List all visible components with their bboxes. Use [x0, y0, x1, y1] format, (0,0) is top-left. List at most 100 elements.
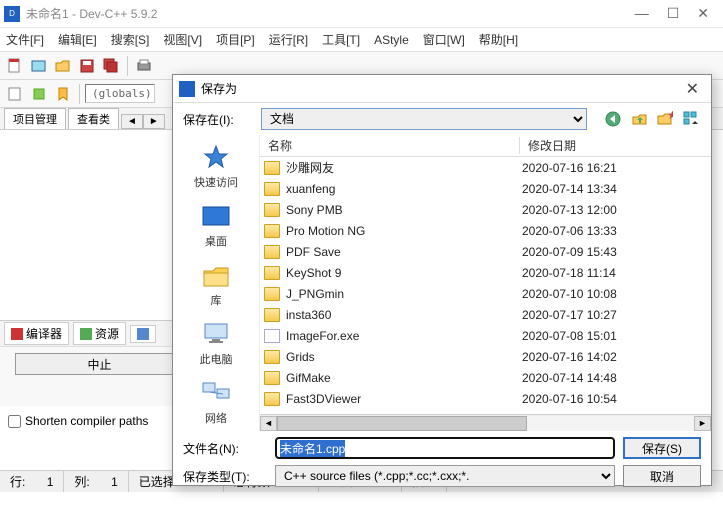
- file-row[interactable]: Fast3DViewer2020-07-16 10:54: [260, 388, 711, 409]
- menu-project[interactable]: 项目[P]: [216, 31, 255, 48]
- output-tabs: 编译器 资源: [0, 320, 199, 346]
- file-row[interactable]: insta3602020-07-17 10:27: [260, 304, 711, 325]
- abort-button[interactable]: 中止: [15, 353, 185, 375]
- menu-help[interactable]: 帮助[H]: [479, 31, 518, 48]
- file-date: 2020-07-08 15:01: [522, 329, 617, 343]
- menu-astyle[interactable]: AStyle: [374, 33, 409, 47]
- project-tree[interactable]: 编译器 资源 中止 Shorten compiler paths: [0, 130, 200, 470]
- menu-view[interactable]: 视图[V]: [163, 31, 202, 48]
- filetype-combo[interactable]: C++ source files (*.cpp;*.cc;*.cxx;*.: [275, 465, 615, 487]
- tab-nav-left[interactable]: ◄: [121, 114, 143, 129]
- menu-file[interactable]: 文件[F]: [6, 31, 44, 48]
- exe-icon: [264, 329, 280, 343]
- place-network[interactable]: 网络: [173, 379, 259, 426]
- file-list[interactable]: 沙雕网友2020-07-16 16:21xuanfeng2020-07-14 1…: [260, 157, 711, 414]
- shorten-label: Shorten compiler paths: [25, 414, 148, 428]
- place-library[interactable]: 库: [173, 261, 259, 308]
- shorten-checkbox[interactable]: [8, 415, 21, 428]
- back-icon[interactable]: [603, 109, 623, 129]
- file-row[interactable]: KeyShot 92020-07-18 11:14: [260, 262, 711, 283]
- file-date: 2020-07-10 10:08: [522, 287, 617, 301]
- folder-icon: [264, 287, 280, 301]
- app-icon: D: [4, 6, 20, 22]
- places-bar: 快速访问 桌面 库 此电脑 网络: [173, 135, 259, 431]
- menubar: 文件[F] 编辑[E] 搜索[S] 视图[V] 项目[P] 运行[R] 工具[T…: [0, 28, 723, 52]
- file-row[interactable]: Pro Motion NG2020-07-06 13:33: [260, 220, 711, 241]
- file-name: Pro Motion NG: [286, 224, 522, 238]
- folder-icon: [264, 224, 280, 238]
- scroll-left-icon[interactable]: ◄: [260, 416, 277, 431]
- file-row[interactable]: PDF Save2020-07-09 15:43: [260, 241, 711, 262]
- globals-combo[interactable]: (globals): [85, 84, 155, 103]
- compiler-tab-label: 编译器: [26, 325, 62, 342]
- place-desktop[interactable]: 桌面: [173, 202, 259, 249]
- log-tab[interactable]: [130, 325, 156, 343]
- menu-search[interactable]: 搜索[S]: [111, 31, 150, 48]
- save-icon[interactable]: [76, 55, 98, 77]
- filename-input[interactable]: [275, 437, 615, 459]
- menu-edit[interactable]: 编辑[E]: [58, 31, 97, 48]
- folder-icon: [264, 245, 280, 259]
- folder-icon: [264, 182, 280, 196]
- new-project-icon[interactable]: [28, 55, 50, 77]
- new-source-icon[interactable]: [4, 83, 26, 105]
- file-list-header[interactable]: 名称 修改日期: [260, 135, 711, 157]
- place-desktop-label: 桌面: [205, 233, 227, 249]
- folder-icon: [264, 392, 280, 406]
- file-date: 2020-07-17 10:27: [522, 308, 617, 322]
- savein-combo[interactable]: 文档: [261, 108, 587, 130]
- up-icon[interactable]: [629, 109, 649, 129]
- bookmark-icon[interactable]: [52, 83, 74, 105]
- menu-window[interactable]: 窗口[W]: [423, 31, 465, 48]
- dialog-icon: [179, 81, 195, 97]
- shorten-row: Shorten compiler paths: [0, 406, 199, 436]
- save-as-dialog: 保存为 ✕ 保存在(I): 文档 ★ 快速访问 桌面 库 此电脑 网络 名称 修…: [172, 74, 712, 486]
- dialog-close-icon[interactable]: ✕: [680, 79, 705, 99]
- place-quick[interactable]: 快速访问: [173, 143, 259, 190]
- file-name: 沙雕网友: [286, 159, 522, 176]
- place-thispc[interactable]: 此电脑: [173, 320, 259, 367]
- titlebar: D 未命名1 - Dev-C++ 5.9.2 — ☐ ✕: [0, 0, 723, 28]
- tab-classes[interactable]: 查看类: [68, 108, 119, 129]
- scroll-right-icon[interactable]: ►: [694, 416, 711, 431]
- file-list-area: 名称 修改日期 沙雕网友2020-07-16 16:21xuanfeng2020…: [259, 135, 711, 431]
- dialog-top-row: 保存在(I): 文档 ★: [173, 103, 711, 135]
- menu-run[interactable]: 运行[R]: [269, 31, 308, 48]
- dialog-titlebar: 保存为 ✕: [173, 75, 711, 103]
- resources-tab[interactable]: 资源: [73, 322, 126, 345]
- tab-nav-right[interactable]: ►: [143, 114, 165, 129]
- tab-project[interactable]: 项目管理: [4, 108, 66, 129]
- status-line-label: 行:: [10, 473, 25, 490]
- savein-label: 保存在(I):: [183, 111, 253, 128]
- col-date[interactable]: 修改日期: [520, 137, 711, 154]
- open-icon[interactable]: [52, 55, 74, 77]
- file-row[interactable]: xuanfeng2020-07-14 13:34: [260, 178, 711, 199]
- scroll-thumb[interactable]: [277, 416, 527, 431]
- view-menu-icon[interactable]: [681, 109, 701, 129]
- minimize-button[interactable]: —: [635, 5, 649, 22]
- file-name: Fast3DViewer: [286, 392, 522, 406]
- col-name[interactable]: 名称: [260, 137, 520, 154]
- close-button[interactable]: ✕: [697, 5, 709, 22]
- file-row[interactable]: 沙雕网友2020-07-16 16:21: [260, 157, 711, 178]
- file-row[interactable]: Sony PMB2020-07-13 12:00: [260, 199, 711, 220]
- file-date: 2020-07-13 12:00: [522, 203, 617, 217]
- save-button[interactable]: 保存(S): [623, 437, 701, 459]
- print-icon[interactable]: [133, 55, 155, 77]
- new-folder-icon[interactable]: ★: [655, 109, 675, 129]
- file-row[interactable]: J_PNGmin2020-07-10 10:08: [260, 283, 711, 304]
- horizontal-scrollbar[interactable]: ◄ ►: [260, 414, 711, 431]
- file-row[interactable]: ImageFor.exe2020-07-08 15:01: [260, 325, 711, 346]
- file-name: xuanfeng: [286, 182, 522, 196]
- save-all-icon[interactable]: [100, 55, 122, 77]
- file-row[interactable]: Grids2020-07-16 14:02: [260, 346, 711, 367]
- folder-icon: [264, 350, 280, 364]
- menu-tools[interactable]: 工具[T]: [322, 31, 360, 48]
- file-row[interactable]: GifMake2020-07-14 14:48: [260, 367, 711, 388]
- new-file-icon[interactable]: [4, 55, 26, 77]
- cancel-button[interactable]: 取消: [623, 465, 701, 487]
- maximize-button[interactable]: ☐: [667, 5, 680, 22]
- insert-icon[interactable]: [28, 83, 50, 105]
- file-date: 2020-07-18 11:14: [522, 266, 616, 280]
- compiler-tab[interactable]: 编译器: [4, 322, 69, 345]
